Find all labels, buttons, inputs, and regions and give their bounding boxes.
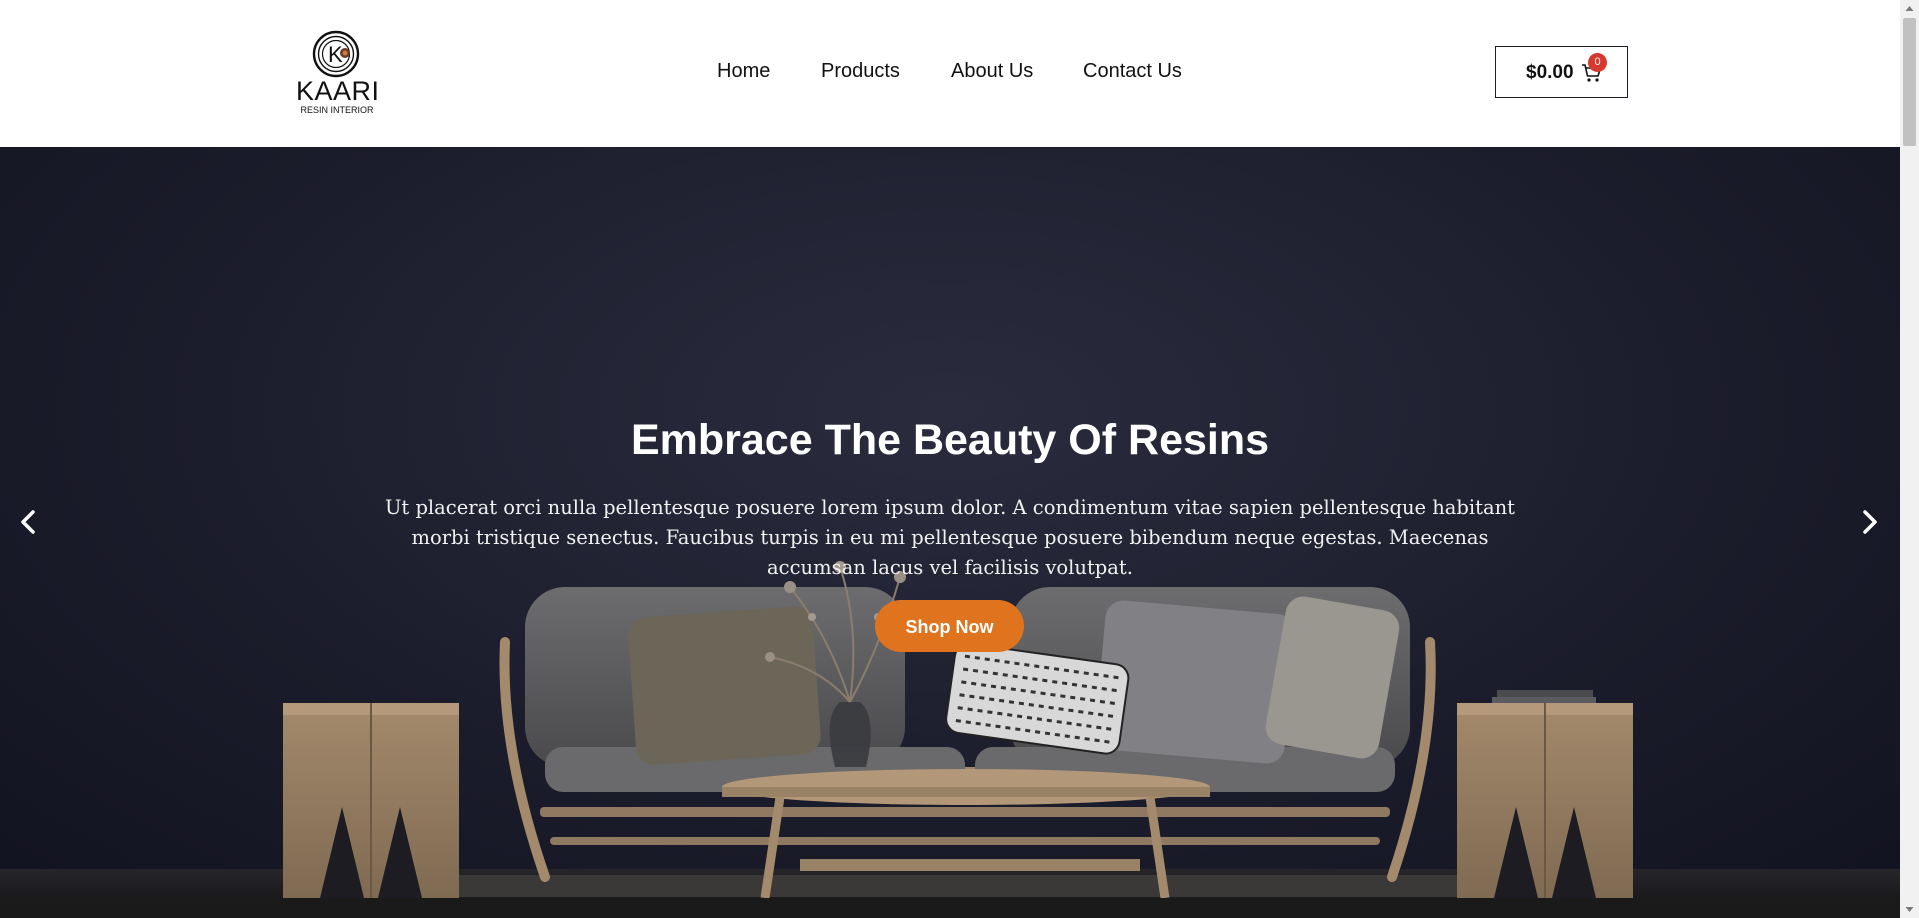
nav-item-home[interactable]: Home <box>717 60 770 83</box>
site-header: K KAARI RESIN INTERIOR Home Products Abo… <box>0 0 1900 147</box>
scrollbar-thumb[interactable] <box>1903 18 1916 146</box>
cart-total: $0.00 <box>1526 62 1574 83</box>
scroll-up-arrow-icon[interactable] <box>1900 0 1919 17</box>
nav-item-products[interactable]: Products <box>821 60 900 83</box>
hero-slider: Embrace The Beauty Of Resins Ut placerat… <box>0 147 1900 898</box>
brand-tagline: RESIN INTERIOR <box>300 105 374 115</box>
hero-title: Embrace The Beauty Of Resins <box>630 415 1270 464</box>
page-scrollbar[interactable] <box>1900 0 1919 918</box>
hero-description: Ut placerat orci nulla pellentesque posu… <box>384 495 1516 579</box>
chevron-left-icon[interactable] <box>16 504 40 540</box>
nav-item-contact-us[interactable]: Contact Us <box>1083 60 1182 83</box>
next-section-edge <box>0 898 1900 918</box>
website: K KAARI RESIN INTERIOR Home Products Abo… <box>0 0 1900 918</box>
nav-item-about-us[interactable]: About Us <box>951 60 1033 83</box>
chevron-right-icon[interactable] <box>1858 504 1882 540</box>
brand-logo[interactable]: K KAARI RESIN INTERIOR <box>296 30 380 118</box>
shop-now-button[interactable]: Shop Now <box>875 600 1024 652</box>
cart-button[interactable]: $0.00 0 <box>1495 46 1628 98</box>
cart-count-badge: 0 <box>1588 53 1607 72</box>
logo-mark-icon: K <box>312 30 360 78</box>
scroll-down-arrow-icon[interactable] <box>1900 901 1919 918</box>
brand-name: KAARI <box>296 76 380 106</box>
